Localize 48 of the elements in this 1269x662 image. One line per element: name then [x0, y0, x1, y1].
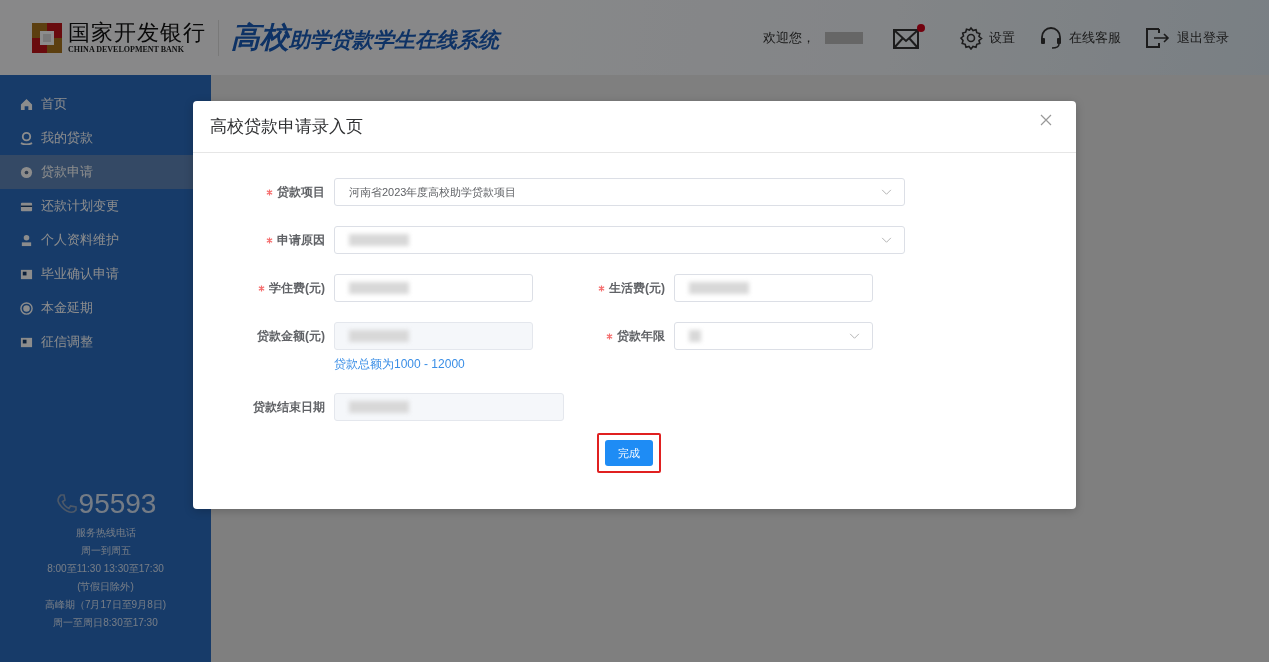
radio-icon — [20, 301, 33, 315]
input-field[interactable] — [334, 274, 533, 302]
person-icon — [20, 233, 33, 247]
input-field[interactable] — [334, 393, 564, 421]
hint-text: 贷款总额为1000 - 12000 — [334, 356, 466, 373]
chevron-down-icon — [849, 332, 860, 340]
hotline-info: 高峰期（7月17日至9月8日) — [44, 598, 167, 612]
settings-icon — [959, 25, 983, 50]
chevron-down-icon — [881, 236, 892, 244]
headset-icon — [1039, 25, 1063, 50]
dialog-title: 高校贷款申请录入页 — [210, 116, 363, 138]
field-label: 申请原因 — [277, 232, 325, 249]
bank-name-english: CHINA DEVELOPMENT BANK — [68, 45, 185, 54]
hotline-info: 8:00至11:30 13:30至17:30 — [47, 562, 164, 576]
sidebar-item[interactable]: 首页 — [0, 87, 211, 121]
bank-name: 国家开发银行 — [68, 21, 206, 45]
person-pin-icon — [20, 131, 33, 145]
sidebar-item[interactable]: 我的贷款 — [0, 121, 211, 155]
field-label: 贷款结束日期 — [253, 399, 325, 416]
logout-icon — [1145, 25, 1171, 50]
select-field[interactable] — [334, 226, 905, 254]
field-label: 贷款年限 — [617, 328, 665, 345]
field-label: 生活费(元) — [609, 280, 665, 297]
select-field[interactable]: 河南省2023年度高校助学贷款项目 — [334, 178, 905, 206]
logout-button[interactable]: 退出登录 — [1145, 25, 1229, 50]
input-field[interactable] — [334, 322, 533, 350]
field-label: 贷款金额(元) — [257, 328, 325, 345]
input-field[interactable] — [674, 274, 873, 302]
sidebar-item[interactable]: 本金延期 — [0, 291, 211, 325]
hotline-number: 95593 — [78, 488, 157, 520]
select-field[interactable] — [674, 322, 873, 350]
home-icon — [20, 97, 33, 111]
chevron-down-icon — [881, 188, 892, 196]
bank-logo-icon — [32, 22, 62, 53]
phone-icon — [54, 492, 79, 516]
dot-circle-icon — [20, 165, 33, 179]
support-button[interactable]: 在线客服 — [1039, 25, 1121, 50]
hotline-info: (节假日除外) — [77, 580, 134, 594]
close-icon — [1040, 113, 1052, 126]
id-card-icon — [20, 335, 33, 349]
field-label: 贷款项目 — [277, 184, 325, 201]
submit-button[interactable]: 完成 — [605, 440, 653, 466]
field-label: 学住费(元) — [269, 280, 325, 297]
sidebar-item[interactable]: 个人资料维护 — [0, 223, 211, 257]
id-card-icon — [20, 267, 33, 281]
settings-button[interactable]: 设置 — [959, 25, 1015, 50]
welcome-text: 欢迎您， — [763, 28, 815, 47]
hotline-info: 服务热线电话 — [75, 526, 136, 540]
